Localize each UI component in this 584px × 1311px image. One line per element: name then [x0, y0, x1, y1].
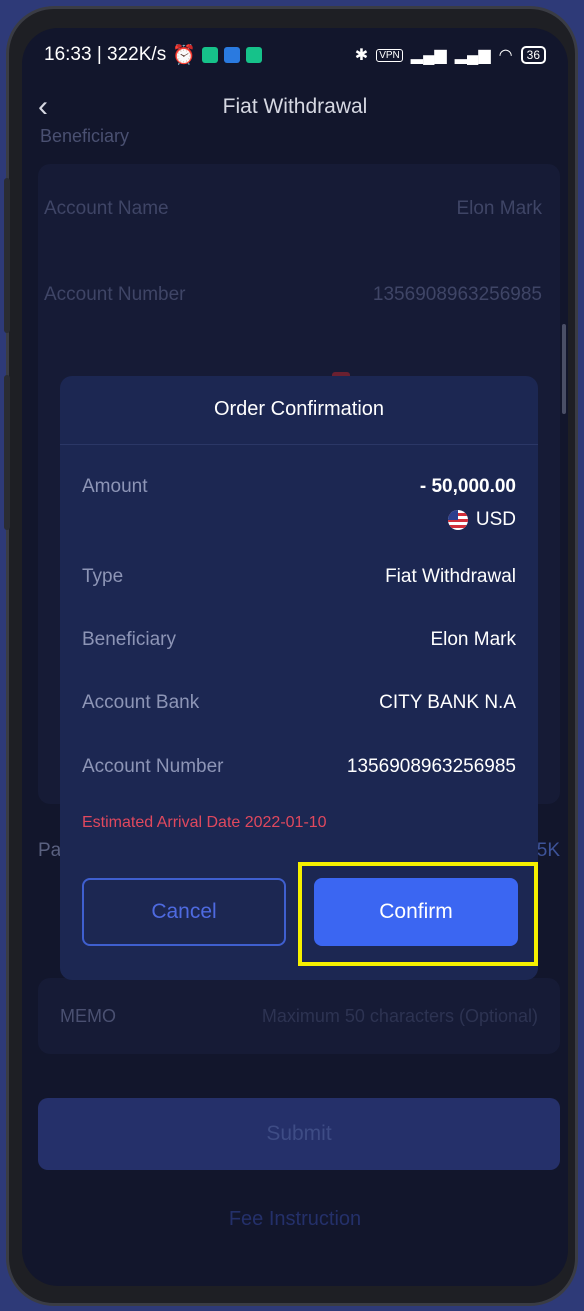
account-bank-value: CITY BANK N.A — [379, 692, 516, 713]
beneficiary-label: Beneficiary — [82, 629, 176, 650]
memo-field[interactable]: MEMO Maximum 50 characters (Optional) — [38, 978, 560, 1054]
limit-label: 5K — [536, 840, 560, 861]
account-name-row: Account Name Elon Mark — [44, 198, 542, 220]
phone-screen: 16:33 | 322K/s ⏰ ✱ VPN ▂▄▆ ▂▄▆ ◠ 36 ‹ Fi… — [22, 28, 568, 1286]
beneficiary-section-label: Beneficiary — [40, 126, 130, 146]
account-number-label: Account Number — [44, 284, 186, 305]
type-value: Fiat Withdrawal — [385, 566, 516, 587]
account-name-label: Account Name — [44, 198, 169, 219]
amount-section-label: Pa — [38, 840, 62, 861]
us-flag-icon — [447, 510, 468, 530]
account-name-value: Elon Mark — [456, 198, 542, 219]
currency-value: USD — [475, 509, 516, 530]
power-button — [4, 375, 10, 530]
dialog-title: Order Confirmation — [213, 398, 385, 420]
account-bank-label: Account Bank — [82, 692, 200, 713]
confirm-highlight-box — [298, 862, 538, 966]
type-label: Type — [82, 566, 124, 587]
amount-label: Amount — [82, 476, 148, 497]
account-number-row: Account Number 1356908963256985 — [82, 756, 516, 778]
beneficiary-row: Beneficiary Elon Mark — [82, 629, 516, 651]
type-row: Type Fiat Withdrawal — [82, 566, 516, 588]
account-number-value: 1356908963256985 — [372, 284, 542, 305]
account-number-value: 1356908963256985 — [346, 756, 516, 777]
scrollbar[interactable] — [562, 324, 566, 414]
memo-label: MEMO — [60, 1005, 116, 1026]
beneficiary-value: Elon Mark — [430, 629, 516, 650]
account-number-label: Account Number — [82, 756, 224, 777]
amount-value: - 50,000.00 — [419, 476, 516, 497]
account-bank-row: Account Bank CITY BANK N.A — [82, 692, 516, 714]
submit-button[interactable]: Submit — [38, 1098, 560, 1170]
volume-button — [4, 178, 10, 333]
dialog-divider — [60, 444, 538, 445]
currency-row: USD — [447, 509, 516, 531]
memo-placeholder: Maximum 50 characters (Optional) — [261, 1005, 538, 1026]
cancel-button[interactable]: Cancel — [82, 878, 286, 946]
estimated-arrival-date: Estimated Arrival Date 2022-01-10 — [82, 814, 327, 831]
fee-instruction-link[interactable]: Fee Instruction — [22, 1208, 568, 1231]
account-number-row: Account Number 1356908963256985 — [44, 284, 542, 306]
amount-row: Amount - 50,000.00 — [82, 476, 516, 498]
